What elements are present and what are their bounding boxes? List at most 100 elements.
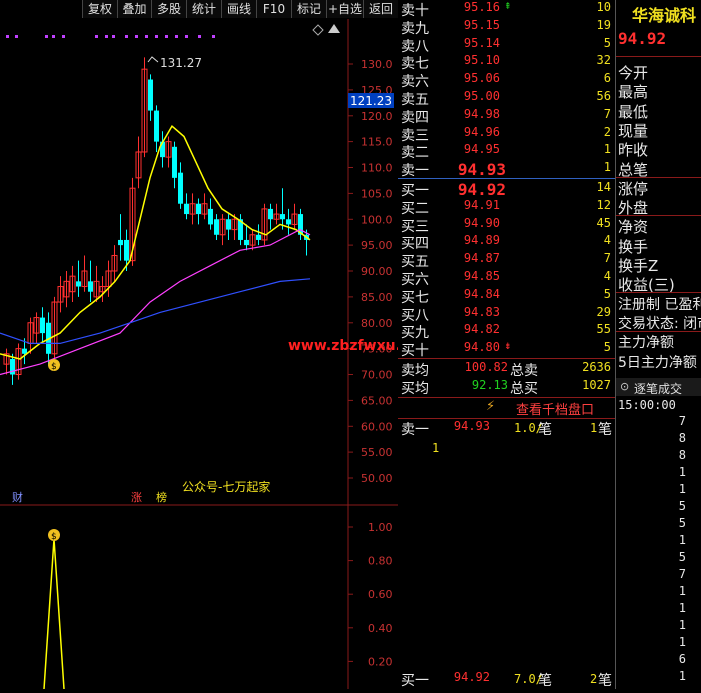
buy-6-row[interactable]: 买六 94.85 4 [398,269,615,288]
sell-10-volume: 10 [596,0,611,14]
avg-sell-value: 100.82 [464,360,508,374]
buy-7-row[interactable]: 买七 94.84 5 [398,287,615,306]
sell-9-row[interactable]: 卖九 95.15 19 [398,18,615,37]
avg-sell-label: 卖均 [401,363,429,379]
sell-5-row[interactable]: 卖五 95.00 56 [398,89,615,108]
collapse-icon[interactable]: ⊙ [620,380,629,393]
sell-1-price: 94.93 [457,160,506,180]
price-tick: 110.0 [361,162,393,175]
avg-buy-label: 买均 [401,381,429,397]
arrow-up-icon[interactable] [328,24,340,33]
buy-4-row[interactable]: 买四 94.89 4 [398,233,615,252]
info-panel: 华海诚科 94.92 今开 最高 最低 现量 昨收 总笔 涨停 外盘 净资 换手 换手Z 收益(三) 注… [615,0,701,689]
signal-dot [112,35,115,38]
candle-body [286,219,291,225]
badge-bang[interactable]: 榜 [156,490,167,504]
candle-body [256,234,261,240]
depth-button[interactable]: 查看千档盘口 [516,399,594,418]
info-label-13: 交易状态: 闭市 [618,315,701,332]
signal-dot [95,35,98,38]
sell-2-row[interactable]: 卖二 94.95 1 [398,142,615,161]
buy-4-volume: 4 [603,233,611,248]
stock-name[interactable]: 华海诚科 [632,2,696,26]
multi-stock-button[interactable]: 多股 [151,0,186,18]
signal-dot [145,35,148,38]
high-marker [147,56,159,63]
sell-4-row[interactable]: 卖四 94.98 7 [398,107,615,126]
watermark: www.zbzfwxu.com [288,338,398,354]
sell-6-row[interactable]: 卖六 95.06 6 [398,71,615,90]
badge-zhang[interactable]: 涨 [131,491,142,504]
sell-5-price: 95.00 [463,89,500,103]
trades-title: 逐笔成交 [634,382,683,396]
sell-6-price: 95.06 [463,71,500,86]
buy-6-volume: 4 [603,269,611,283]
bid1-price: 94.92 [453,670,490,684]
scroll-down-icon[interactable]: ⇟ [504,342,512,352]
trade-volume: 1 [678,584,686,598]
buy-3-price: 94.90 [463,215,500,230]
buy-9-price: 94.82 [463,322,500,337]
buy-5-row[interactable]: 买五 94.87 7 [398,251,615,270]
signal-dot [155,35,158,38]
ask1-price: 94.93 [453,419,490,433]
info-label-3: 现量 [618,121,649,140]
sub-tick: 0.20 [368,655,393,668]
fuquan-button[interactable]: 复权 [82,0,117,18]
add-watchlist-button[interactable]: +自选 [326,0,363,18]
trade-volume: 1 [678,618,686,632]
signal-dot [198,35,201,38]
buy-8-price: 94.83 [463,304,500,319]
buy-10-row[interactable]: 买十 94.80 5 ⇟ [398,340,615,359]
trade-volume: 7 [678,414,686,428]
bid1-count-unit: 笔 [598,673,612,689]
bid1-count: 2 [590,672,598,686]
sell-1-row[interactable]: 卖一 94.93 1 [398,160,615,179]
candle-body [154,110,159,142]
trades-header[interactable]: ⊙ 逐笔成交 [616,378,701,396]
sell-7-row[interactable]: 卖七 95.10 32 [398,53,615,72]
info-label-12: 注册制 已盈利 [618,296,701,313]
buy-8-row[interactable]: 买八 94.83 29 [398,305,615,324]
scroll-up-icon[interactable]: ⇞ [504,2,512,12]
signal-dot [52,35,55,38]
trade-time: 15:00:00 [618,398,676,412]
sell-8-row[interactable]: 卖八 95.14 5 [398,36,615,55]
depth-button-row[interactable]: ⚡ 查看千档盘口 [398,398,615,418]
total-sell-label: 总卖 [510,363,538,379]
info-label-1: 最高 [618,83,649,102]
buy-3-row[interactable]: 买三 94.90 45 [398,216,615,235]
badge-cai[interactable]: 财 [12,490,23,504]
kline-svg[interactable]: 130.0125.0120.0115.0110.0105.0100.095.00… [0,19,433,690]
sell-6-volume: 6 [603,71,611,86]
buy-1-price: 94.92 [457,180,506,199]
trade-volume: 7 [678,567,686,581]
buy-2-row[interactable]: 买二 94.91 12 [398,198,615,217]
back-button[interactable]: 返回 [363,0,398,18]
mark-button[interactable]: 标记 [291,0,326,18]
buy-1-volume: 14 [596,180,611,194]
signal-dot [15,35,18,38]
settings-diamond-icon[interactable] [312,24,324,36]
svg-text:$: $ [51,362,57,372]
sell-3-row[interactable]: 卖三 94.96 2 [398,125,615,144]
signal-dot [105,35,108,38]
trade-volume: 6 [678,652,686,666]
sell-8-volume: 5 [603,35,611,50]
book-divider [398,178,615,179]
buy-10-price: 94.80 [463,340,500,355]
f10-button[interactable]: F10 [256,0,291,18]
avg-buy-value: 92.13 [471,378,508,392]
draw-line-button[interactable]: 画线 [221,0,256,18]
avg-sell-row: 卖均 100.82 总卖 2636 [398,360,615,379]
kline-chart[interactable]: 130.0 125.0 120.0 115.0 110.0 105.0 100.0 95.00… [0,19,433,690]
signal-dot [125,35,128,38]
total-sell-value: 2636 [582,360,611,374]
overlay-button[interactable]: 叠加 [117,0,151,18]
stock-price: 94.92 [618,29,667,48]
buy-1-row[interactable]: 买一 94.92 14 [398,180,615,199]
sell-10-row[interactable]: 卖十 95.16 10 ⇞ [398,0,615,19]
trade-volume: 1 [678,533,686,547]
buy-9-row[interactable]: 买九 94.82 55 [398,322,615,341]
statistics-button[interactable]: 统计 [186,0,221,18]
